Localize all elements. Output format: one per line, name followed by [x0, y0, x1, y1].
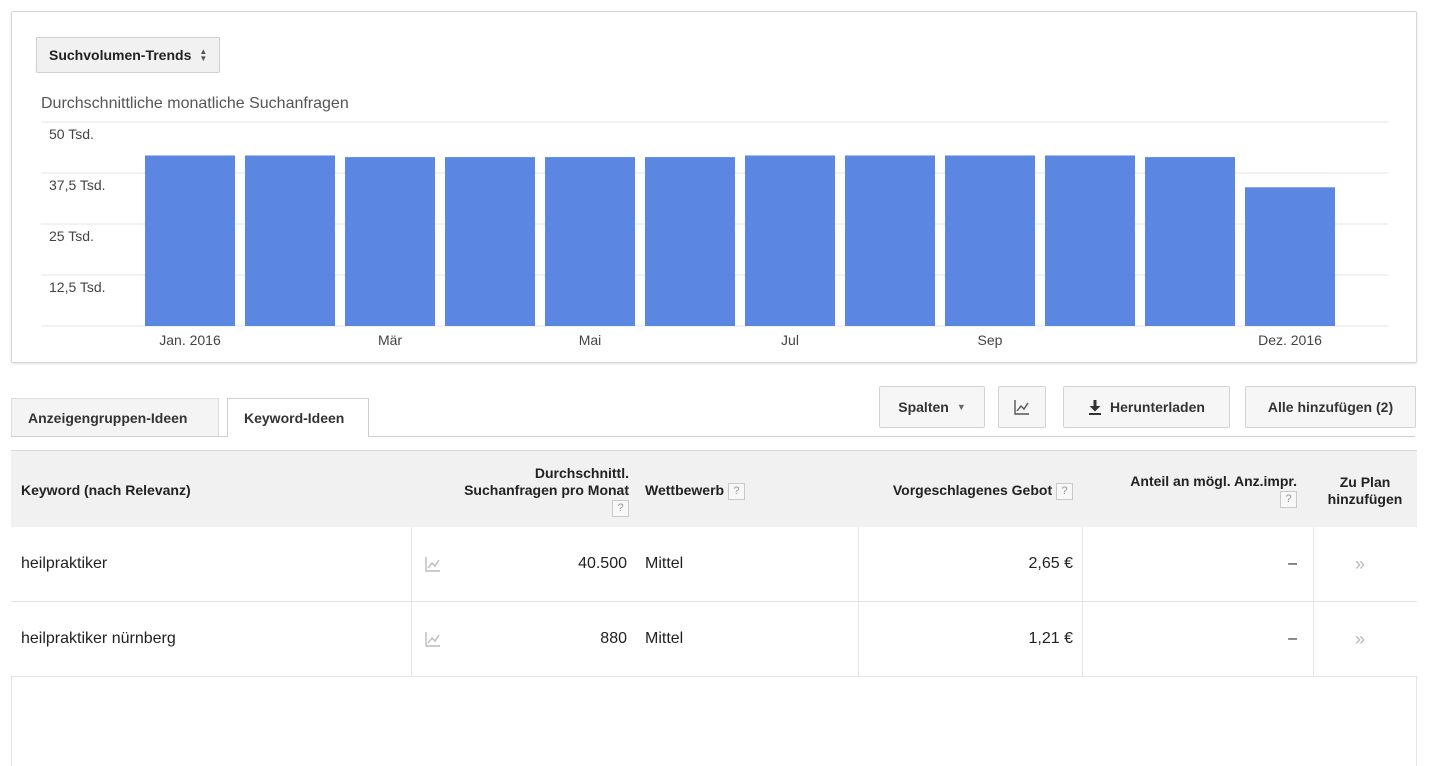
column-divider [1313, 527, 1314, 601]
x-tick-label: Mai [579, 332, 602, 348]
keyword-cell: heilpraktiker nürnberg [21, 630, 176, 647]
avg-searches-cell: 40.500 [578, 555, 627, 572]
header-competition[interactable]: Wettbewerb ? [645, 482, 745, 500]
table-row: heilpraktiker 40.500 Mittel 2,65 € – » [11, 527, 1417, 602]
x-tick-label: Mär [378, 332, 402, 348]
column-divider [411, 527, 412, 601]
tab-ad-group-ideas-label: Anzeigengruppen-Ideen [28, 409, 188, 426]
x-tick-label: Sep [978, 332, 1003, 348]
columns-button-label: Spalten [898, 399, 949, 415]
columns-button[interactable]: Spalten ▼ [879, 386, 985, 428]
add-to-plan-chevron-icon[interactable]: » [1355, 527, 1365, 601]
tab-keyword-ideas[interactable]: Keyword-Ideen [227, 398, 369, 436]
bid-cell: 2,65 € [1028, 555, 1073, 572]
tab-active-gap [228, 436, 368, 438]
trend-chart-icon[interactable] [425, 602, 441, 676]
add-all-button-label: Alle hinzufügen (2) [1267, 399, 1394, 415]
download-button[interactable]: Herunterladen [1063, 386, 1230, 428]
line-chart-icon [1014, 400, 1029, 415]
add-to-plan-chevron-icon[interactable]: » [1355, 602, 1365, 676]
bid-cell: 1,21 € [1028, 630, 1073, 647]
table-row: heilpraktiker nürnberg 880 Mittel 1,21 €… [11, 602, 1417, 677]
column-divider [858, 602, 859, 676]
impr-share-cell: – [1288, 555, 1297, 572]
help-icon[interactable]: ? [612, 499, 629, 517]
column-divider [858, 527, 859, 601]
trend-chart-icon[interactable] [425, 527, 441, 601]
header-suggested-bid-label: Vorgeschlagenes Gebot [892, 482, 1053, 498]
header-avg-searches-line1: Durchschnittl. [534, 465, 629, 481]
chart-bar[interactable] [1245, 187, 1335, 326]
show-chart-button[interactable] [998, 386, 1046, 428]
header-add-to-plan: Zu Plan hinzufügen [1319, 474, 1411, 508]
table-header: Keyword (nach Relevanz) Durchschnittl. S… [11, 450, 1417, 528]
header-competition-label: Wettbewerb [645, 482, 725, 498]
chart-bar[interactable] [1145, 157, 1235, 326]
bar-chart: 12,5 Tsd. 25 Tsd. 37,5 Tsd. 50 Tsd. Jan. 201… [41, 121, 1389, 348]
chart-bar[interactable] [245, 155, 335, 326]
impr-share-cell: – [1288, 630, 1297, 647]
column-divider [1313, 602, 1314, 676]
chart-bar[interactable] [145, 155, 235, 326]
help-icon[interactable]: ? [727, 482, 745, 500]
help-icon[interactable]: ? [1056, 482, 1073, 500]
chart-bar[interactable] [545, 157, 635, 326]
chart-bar[interactable] [945, 155, 1035, 326]
chart-bar[interactable] [345, 157, 435, 326]
header-add-to-plan-line2: hinzufügen [1327, 491, 1403, 507]
header-impr-share-label: Anteil an mögl. Anz.impr. [1130, 473, 1297, 489]
tab-keyword-ideas-label: Keyword-Ideen [244, 409, 345, 426]
chart-bar[interactable] [1045, 155, 1135, 326]
competition-cell: Mittel [645, 630, 684, 647]
header-avg-searches-line2: Suchanfragen pro Monat [464, 482, 629, 498]
chart-bar[interactable] [745, 155, 835, 326]
chart-bar[interactable] [845, 155, 935, 326]
trend-chart-card: Suchvolumen-Trends ▲ ▼ Durchschnittliche … [11, 11, 1417, 363]
tab-ad-group-ideas[interactable]: Anzeigengruppen-Ideen [11, 398, 219, 436]
header-add-to-plan-line1: Zu Plan [1339, 474, 1391, 490]
column-divider [411, 602, 412, 676]
header-impr-share[interactable]: Anteil an mögl. Anz.impr. ? [1130, 473, 1297, 508]
header-keyword[interactable]: Keyword (nach Relevanz) [21, 482, 191, 498]
header-avg-searches[interactable]: Durchschnittl. Suchanfragen pro Monat ? [464, 465, 629, 517]
y-tick-label: 12,5 Tsd. [49, 279, 106, 295]
download-button-label: Herunterladen [1110, 399, 1205, 415]
keyword-cell: heilpraktiker [21, 555, 108, 572]
tab-divider [11, 436, 1415, 437]
x-tick-label: Jul [781, 332, 799, 348]
chart-bar[interactable] [445, 157, 535, 326]
competition-cell: Mittel [645, 555, 684, 572]
y-tick-label: 50 Tsd. [49, 126, 94, 142]
column-divider [1082, 527, 1083, 601]
x-tick-label: Dez. 2016 [1258, 332, 1322, 348]
add-all-button[interactable]: Alle hinzufügen (2) [1245, 386, 1416, 428]
column-divider [1082, 602, 1083, 676]
avg-searches-cell: 880 [600, 630, 627, 647]
help-icon[interactable]: ? [1280, 490, 1297, 508]
download-icon [1089, 400, 1102, 415]
x-tick-label: Jan. 2016 [159, 332, 221, 348]
y-tick-label: 25 Tsd. [49, 228, 94, 244]
chart-bar[interactable] [645, 157, 735, 326]
header-suggested-bid[interactable]: Vorgeschlagenes Gebot ? [893, 482, 1073, 500]
caret-down-icon: ▼ [956, 402, 966, 412]
y-tick-label: 37,5 Tsd. [49, 177, 106, 193]
